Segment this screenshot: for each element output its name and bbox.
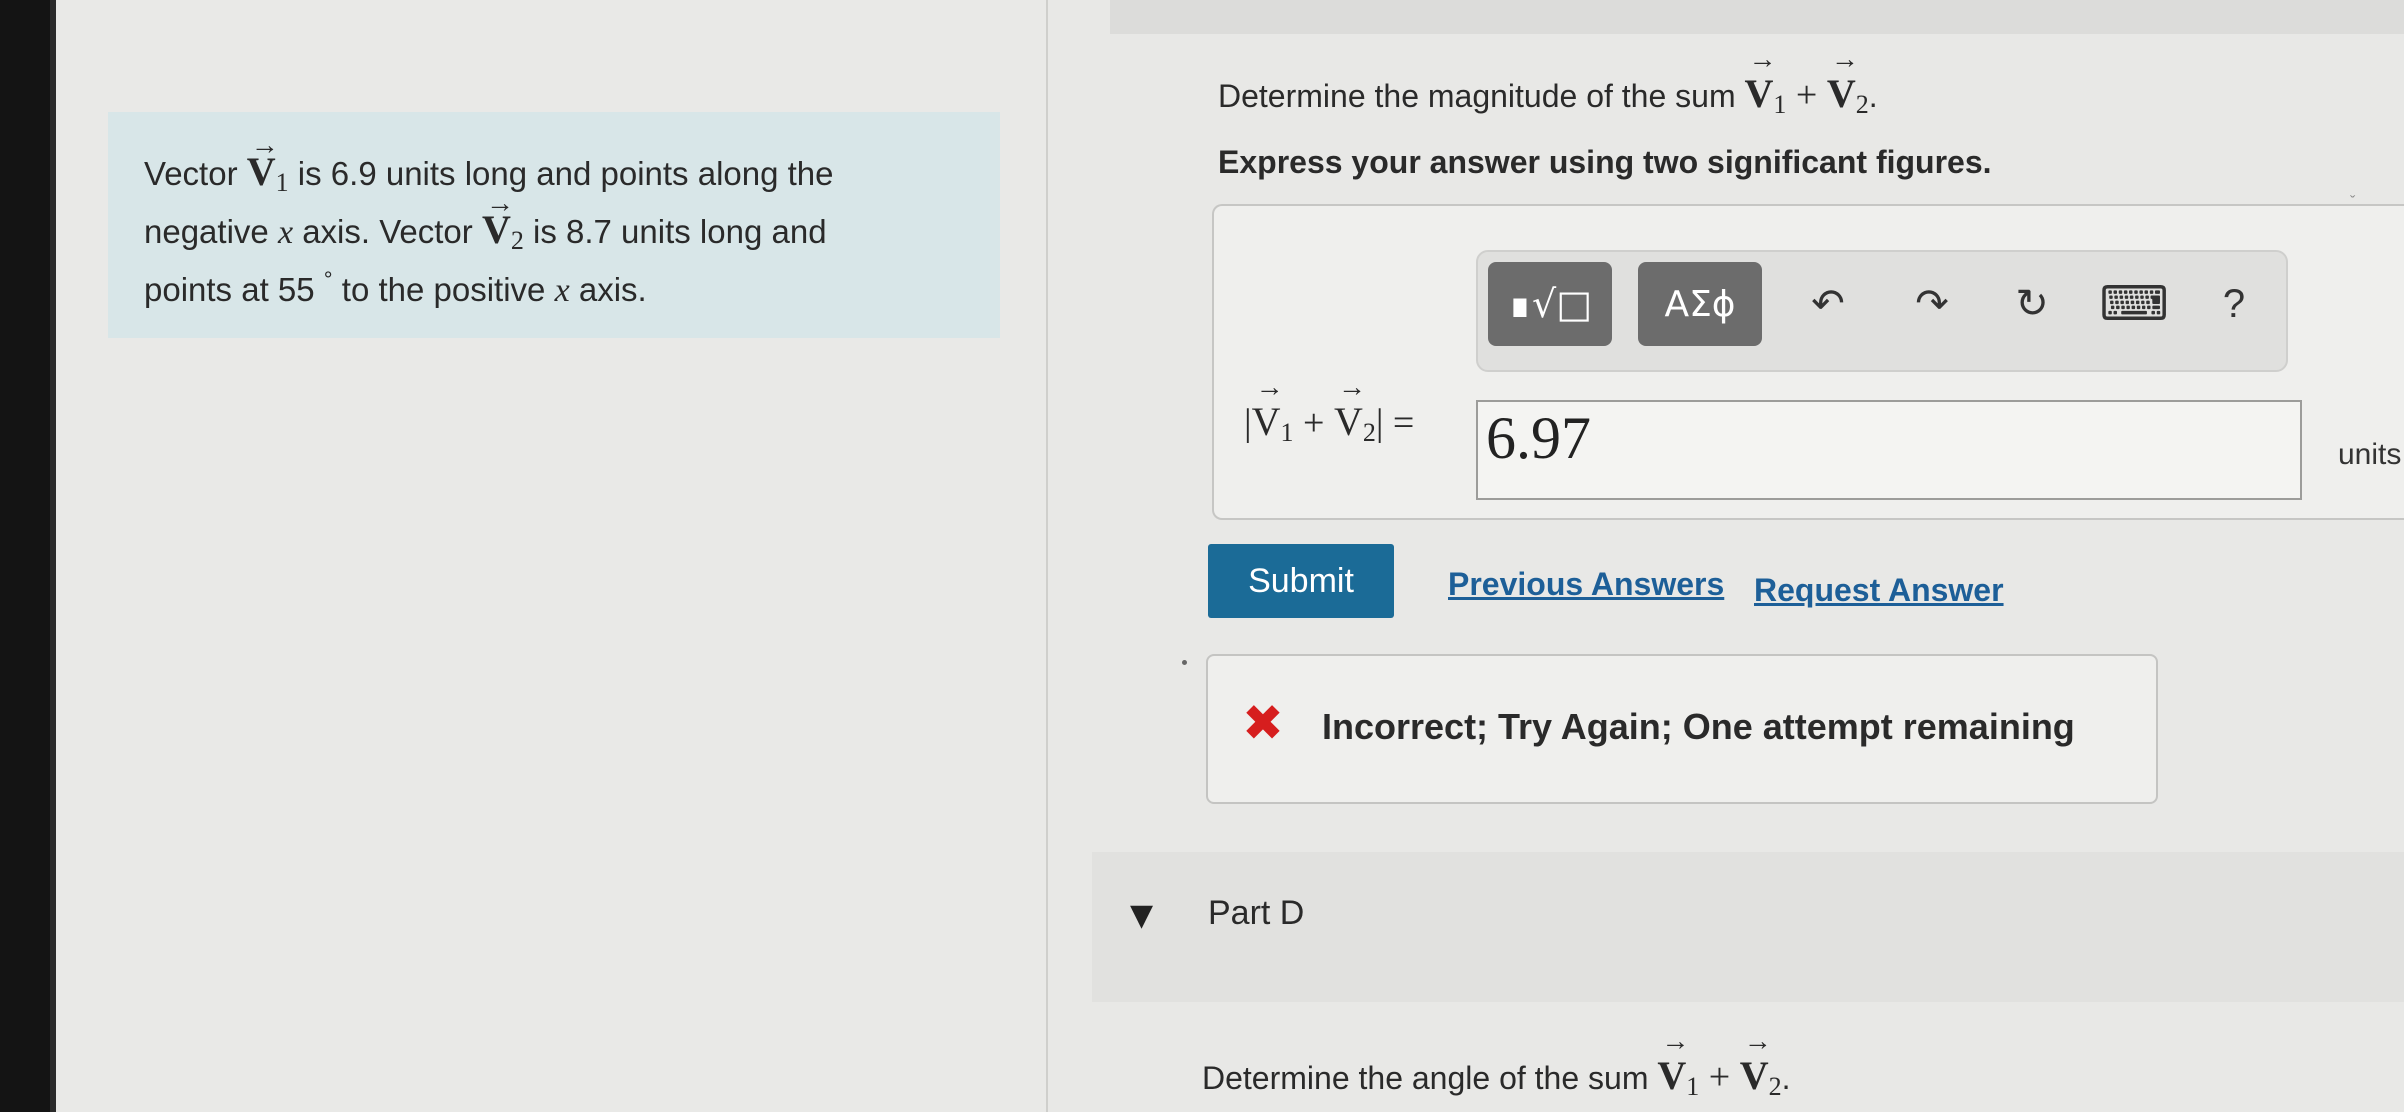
vector-symbol: V xyxy=(246,149,276,194)
vector-v1: V xyxy=(246,122,279,195)
keyboard-icon[interactable]: ⌨ xyxy=(2099,276,2168,332)
error-x-icon: ✖ xyxy=(1242,694,1284,752)
vector-v1: V xyxy=(1251,372,1284,445)
math-variable-x: x xyxy=(554,272,570,309)
question-text: Determine the magnitude of the sum V1 + … xyxy=(1218,44,1878,120)
previous-answers-link[interactable]: Previous Answers xyxy=(1448,566,1724,603)
text: to the positive xyxy=(332,271,555,308)
plus-sign: + xyxy=(1293,402,1334,444)
subscript: 2 xyxy=(1768,1072,1782,1101)
vector-symbol: V xyxy=(1739,1053,1769,1098)
text: Determine the angle of the sum xyxy=(1202,1060,1658,1096)
undo-icon[interactable]: ↶ xyxy=(1800,276,1856,332)
instruction-text: Express your answer using two significan… xyxy=(1218,144,1992,180)
plus-sign: + xyxy=(1786,74,1827,116)
text: axis. xyxy=(569,271,647,308)
top-strip xyxy=(1110,0,2404,34)
submit-button[interactable]: Submit xyxy=(1208,544,1394,618)
abs-bar-equals: | = xyxy=(1375,402,1415,444)
period: . xyxy=(1868,78,1878,114)
vector-symbol: V xyxy=(1251,399,1281,444)
text: Vector xyxy=(144,155,247,192)
vector-v1: V xyxy=(1744,44,1777,117)
feedback-text: Incorrect; Try Again; One attempt remain… xyxy=(1322,706,2075,747)
abs-bar: | xyxy=(1244,402,1252,444)
vector-v2: V xyxy=(481,180,514,253)
reset-icon[interactable]: ↻ xyxy=(2004,276,2060,332)
text: points at 55 xyxy=(144,271,324,308)
templates-button[interactable]: ∎√□ xyxy=(1488,262,1612,346)
text: axis. Vector xyxy=(293,213,482,250)
plus-sign: + xyxy=(1699,1056,1740,1098)
vector-symbol: V xyxy=(1657,1053,1687,1098)
vector-v2: V xyxy=(1826,44,1859,117)
vector-v2: V xyxy=(1739,1026,1772,1099)
help-icon[interactable]: ? xyxy=(2206,276,2262,332)
subscript: 2 xyxy=(1362,418,1376,447)
collapse-triangle-icon[interactable]: ▼ xyxy=(1130,898,1153,933)
math-variable-x: x xyxy=(277,214,294,251)
problem-statement: Vector V1 is 6.9 units long and points a… xyxy=(144,122,964,314)
redo-icon[interactable]: ↷ xyxy=(1904,276,1960,332)
problem-line-1: Vector V1 is 6.9 units long and points a… xyxy=(144,122,964,206)
subscript: 1 xyxy=(1280,418,1294,447)
units-label: units xyxy=(2338,438,2402,471)
subscript: 2 xyxy=(1855,90,1869,119)
vector-symbol: V xyxy=(1333,399,1363,444)
degree-symbol: ° xyxy=(323,267,333,292)
answer-expression-label: |V1 + V2| = xyxy=(1244,372,1415,448)
text: negative xyxy=(144,213,278,250)
text: is 8.7 units long and xyxy=(523,213,827,250)
period: . xyxy=(1781,1060,1791,1096)
subscript: 2 xyxy=(510,226,524,255)
request-answer-link[interactable]: Request Answer xyxy=(1754,572,2004,609)
subscript: 1 xyxy=(1773,90,1787,119)
screen-bezel xyxy=(0,0,50,1112)
vector-v2: V xyxy=(1333,372,1366,445)
stray-dot xyxy=(1182,660,1187,665)
vector-symbol: V xyxy=(481,207,511,252)
answer-input[interactable] xyxy=(1476,400,2302,500)
greek-symbols-button[interactable]: ΑΣϕ xyxy=(1638,262,1762,346)
subscript: 1 xyxy=(1686,1072,1700,1101)
part-d-question: Determine the angle of the sum V1 + V2. xyxy=(1202,1026,1791,1102)
subscript: 1 xyxy=(275,168,289,197)
text: Determine the magnitude of the sum xyxy=(1218,78,1745,114)
vector-symbol: V xyxy=(1826,71,1856,116)
text: is 6.9 units long and points along the xyxy=(288,155,834,192)
answer-input-value[interactable]: 6.97 xyxy=(1486,404,1591,473)
vector-symbol: V xyxy=(1744,71,1774,116)
problem-line-3: points at 55 ° to the positive x axis. xyxy=(144,256,964,314)
vector-v1: V xyxy=(1657,1026,1689,1099)
part-d-label[interactable]: Part D xyxy=(1208,894,1304,933)
